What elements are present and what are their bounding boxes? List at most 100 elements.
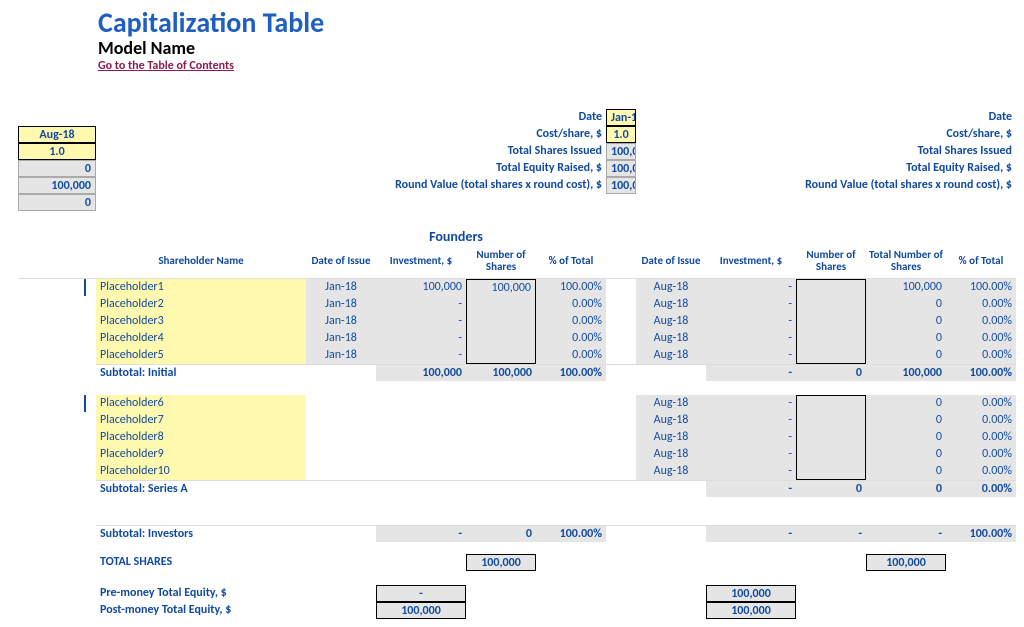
initial-sdate: Aug-18	[636, 279, 706, 296]
subtotal-investors-label: Subtotal: Investors	[96, 525, 306, 542]
inv-sshares[interactable]	[796, 429, 866, 446]
initial-fshares[interactable]	[466, 330, 536, 347]
investor-name[interactable]: Placeholder6	[96, 395, 306, 412]
col-shareholder: Shareholder Name	[96, 245, 306, 279]
initial-fdate: Jan-18	[306, 279, 376, 296]
input-cost-seriesa[interactable]: 1.0	[18, 143, 96, 160]
investor-name[interactable]: Placeholder9	[96, 446, 306, 463]
inv-spct: 0.00%	[946, 395, 1016, 412]
initial-fdate: Jan-18	[306, 313, 376, 330]
initial-name[interactable]: Placeholder5	[96, 347, 306, 364]
initial-sshares[interactable]	[796, 347, 866, 364]
sub-inv-fpct: 100.00%	[536, 525, 606, 542]
col-s-date: Date of Issue	[636, 245, 706, 279]
label-ter-s: Total Equity Raised, $	[946, 160, 1016, 177]
initial-spct: 0.00%	[946, 347, 1016, 364]
investor-name[interactable]: Placeholder10	[96, 463, 306, 480]
col-f-shares: Number of Shares	[466, 245, 536, 279]
inv-sshares[interactable]	[796, 412, 866, 429]
initial-fpct: 0.00%	[536, 330, 606, 347]
initial-stot: 0	[866, 347, 946, 364]
investor-name[interactable]: Placeholder8	[96, 429, 306, 446]
inv-sdate: Aug-18	[636, 412, 706, 429]
initial-stot: 0	[866, 330, 946, 347]
initial-spct: 0.00%	[946, 296, 1016, 313]
label-ter-f: Total Equity Raised, $	[536, 160, 606, 177]
initial-sshares[interactable]	[796, 313, 866, 330]
initial-fshares[interactable]: 100,000	[466, 279, 536, 296]
initial-name[interactable]: Placeholder4	[96, 330, 306, 347]
col-s-inv: Investment, $	[706, 245, 796, 279]
initial-sshares[interactable]	[796, 330, 866, 347]
sub-init-fsh: 100,000	[466, 364, 536, 381]
initial-fdate: Jan-18	[306, 347, 376, 364]
model-name: Model Name	[98, 39, 1006, 59]
inv-stot: 0	[866, 429, 946, 446]
initial-finv: -	[376, 296, 466, 313]
sub-sa-sinv: -	[706, 480, 796, 497]
inv-sshares[interactable]	[796, 463, 866, 480]
input-date-seriesa[interactable]: Aug-18	[18, 126, 96, 143]
val-tsi-s: 0	[18, 160, 96, 177]
inv-sdate: Aug-18	[636, 395, 706, 412]
total-shares-label: TOTAL SHARES	[96, 554, 306, 571]
inv-stot: 0	[866, 446, 946, 463]
label-cost-seriesa: Cost/share, $	[946, 126, 1016, 143]
initial-name[interactable]: Placeholder2	[96, 296, 306, 313]
val-rv-s: 0	[18, 194, 96, 211]
sub-init-finv: 100,000	[376, 364, 466, 381]
inv-sshares[interactable]	[796, 446, 866, 463]
initial-fdate: Jan-18	[306, 296, 376, 313]
sub-inv-spct: 100.00%	[946, 525, 1016, 542]
inv-sdate: Aug-18	[636, 429, 706, 446]
inv-stot: 0	[866, 395, 946, 412]
initial-fshares[interactable]	[466, 313, 536, 330]
sub-init-stot: 100,000	[866, 364, 946, 381]
sub-sa-stot: 0	[866, 480, 946, 497]
sub-inv-finv: -	[376, 525, 466, 542]
initial-fpct: 0.00%	[536, 296, 606, 313]
post-money-f: 100,000	[376, 602, 466, 619]
input-cost-founders[interactable]: 1.0	[606, 126, 636, 143]
initial-spct: 0.00%	[946, 330, 1016, 347]
label-rv-s: Round Value (total shares x round cost),…	[946, 177, 1016, 194]
col-s-shares: Number of Shares	[796, 245, 866, 279]
inv-sshares[interactable]	[796, 395, 866, 412]
toc-link[interactable]: Go to the Table of Contents	[98, 59, 234, 73]
inv-spct: 0.00%	[946, 429, 1016, 446]
inv-spct: 0.00%	[946, 446, 1016, 463]
col-f-inv: Investment, $	[376, 245, 466, 279]
initial-name[interactable]: Placeholder1	[96, 279, 306, 296]
sub-init-ssh: 0	[796, 364, 866, 381]
inv-spct: 0.00%	[946, 463, 1016, 480]
inv-spct: 0.00%	[946, 412, 1016, 429]
pre-money-f: -	[376, 585, 466, 602]
initial-sshares[interactable]	[796, 279, 866, 296]
post-money-label: Post-money Total Equity, $	[96, 602, 306, 619]
initial-sdate: Aug-18	[636, 330, 706, 347]
inv-sinv: -	[706, 446, 796, 463]
sub-init-spct: 100.00%	[946, 364, 1016, 381]
initial-sshares[interactable]	[796, 296, 866, 313]
post-money-s: 100,000	[706, 602, 796, 619]
sub-inv-ssh: -	[796, 525, 866, 542]
col-f-date: Date of Issue	[306, 245, 376, 279]
inv-sdate: Aug-18	[636, 463, 706, 480]
initial-stot: 0	[866, 296, 946, 313]
initial-sinv: -	[706, 279, 796, 296]
initial-fshares[interactable]	[466, 347, 536, 364]
initial-stot: 0	[866, 313, 946, 330]
initial-spct: 0.00%	[946, 313, 1016, 330]
label-tsi-f: Total Shares Issued	[536, 143, 606, 160]
input-date-founders[interactable]: Jan-18	[606, 109, 636, 126]
val-tsi-f: 100,000	[606, 143, 636, 160]
sub-sa-spct: 0.00%	[946, 480, 1016, 497]
inv-stot: 0	[866, 412, 946, 429]
initial-name[interactable]: Placeholder3	[96, 313, 306, 330]
investor-name[interactable]: Placeholder7	[96, 412, 306, 429]
initial-fshares[interactable]	[466, 296, 536, 313]
label-rv-f: Round Value (total shares x round cost),…	[536, 177, 606, 194]
inv-sinv: -	[706, 463, 796, 480]
initial-finv: -	[376, 313, 466, 330]
inv-sinv: -	[706, 412, 796, 429]
